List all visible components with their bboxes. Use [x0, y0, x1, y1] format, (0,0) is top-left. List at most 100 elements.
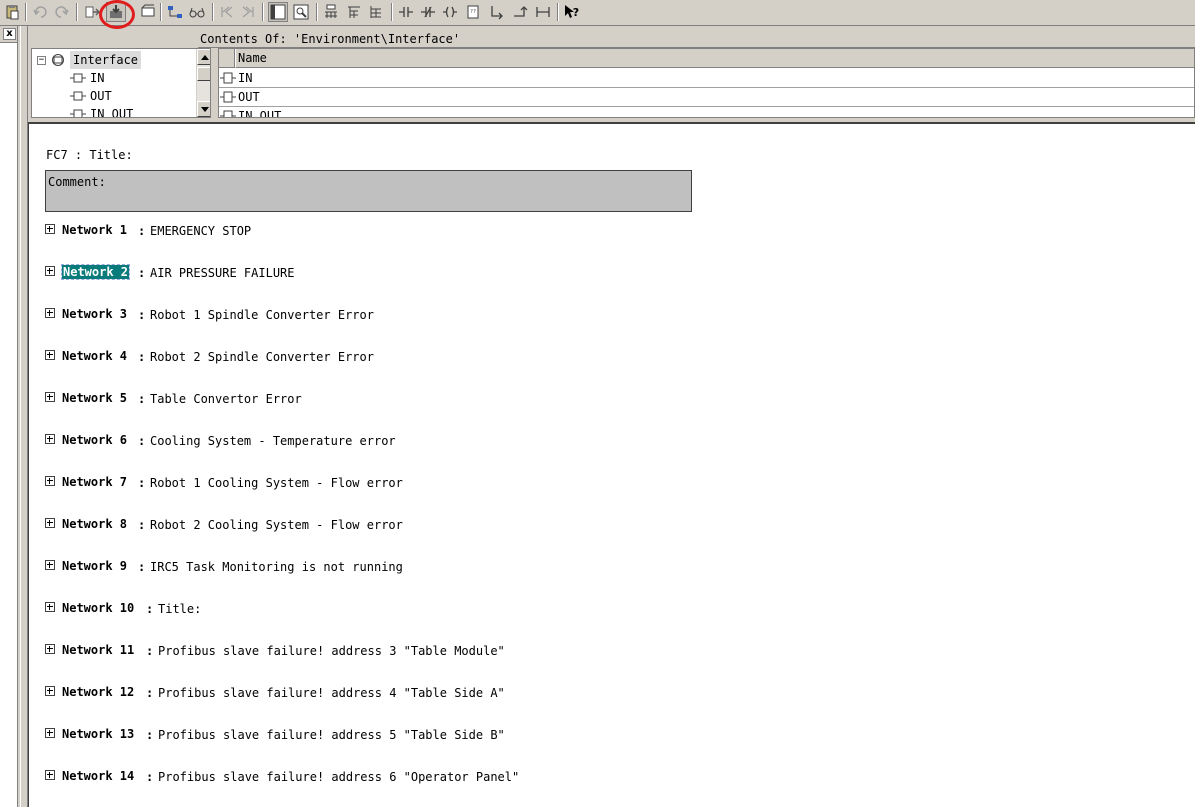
- expand-icon[interactable]: [45, 560, 55, 570]
- network-separator: :: [138, 518, 146, 532]
- network-title[interactable]: EMERGENCY STOP: [150, 224, 251, 238]
- expand-icon[interactable]: [45, 266, 55, 276]
- insert-network-icon[interactable]: [321, 2, 341, 22]
- network-label[interactable]: Network 9: [62, 559, 127, 573]
- connection-icon[interactable]: [533, 2, 553, 22]
- column-header-name[interactable]: Name: [235, 49, 1194, 68]
- network-label[interactable]: Network 12: [62, 685, 134, 699]
- network-title[interactable]: Robot 1 Cooling System - Flow error: [150, 476, 403, 490]
- expand-icon[interactable]: [45, 434, 55, 444]
- network-label[interactable]: Network 7: [62, 475, 127, 489]
- interface-area: Contents Of: 'Environment\Interface' − I…: [28, 30, 1195, 120]
- code-editor[interactable]: FC7 : Title: Comment: Network 1: EMERGENC…: [28, 122, 1195, 807]
- list-row[interactable]: IN_OUT: [219, 107, 1194, 118]
- network-title[interactable]: Cooling System - Temperature error: [150, 434, 396, 448]
- paste-icon[interactable]: [2, 2, 22, 22]
- expand-icon[interactable]: [45, 392, 55, 402]
- glasses-icon[interactable]: [187, 2, 207, 22]
- expand-icon[interactable]: [45, 602, 55, 612]
- expand-icon[interactable]: [45, 308, 55, 318]
- network-separator: :: [138, 392, 146, 406]
- close-branch-icon[interactable]: [510, 2, 530, 22]
- load-icon[interactable]: [82, 2, 102, 22]
- expand-icon[interactable]: [45, 518, 55, 528]
- scroll-down-icon[interactable]: [197, 101, 210, 117]
- open-branch-icon[interactable]: [486, 2, 506, 22]
- network-label[interactable]: Network 14: [62, 769, 134, 783]
- network-title[interactable]: Profibus slave failure! address 5 "Table…: [158, 728, 505, 742]
- network-title[interactable]: IRC5 Task Monitoring is not running: [150, 560, 403, 574]
- network-title[interactable]: Profibus slave failure! address 6 "Opera…: [158, 770, 519, 784]
- expand-icon[interactable]: [45, 770, 55, 780]
- network-title[interactable]: AIR PRESSURE FAILURE: [150, 266, 295, 280]
- redo-icon[interactable]: [52, 2, 72, 22]
- help-icon[interactable]: ?: [562, 2, 582, 22]
- network-title[interactable]: Robot 2 Spindle Converter Error: [150, 350, 374, 364]
- comment-label: Comment:: [48, 175, 106, 189]
- expand-icon[interactable]: [45, 644, 55, 654]
- toolbar: ?? ?: [0, 0, 1195, 29]
- tree-scrollbar[interactable]: [196, 49, 210, 117]
- network-separator: :: [138, 350, 146, 364]
- network-title[interactable]: Robot 2 Cooling System - Flow error: [150, 518, 403, 532]
- expand-icon[interactable]: [45, 224, 55, 234]
- network-label[interactable]: Network 2: [60, 264, 131, 280]
- network-title[interactable]: Table Convertor Error: [150, 392, 302, 406]
- network-separator: :: [138, 266, 146, 280]
- interface-tree: − Interface IN OUT IN_OUT: [31, 48, 211, 118]
- network-title[interactable]: Title:: [158, 602, 201, 616]
- left-panel-strip: x: [0, 26, 18, 807]
- tree-expander[interactable]: −: [37, 56, 46, 65]
- branch-icon[interactable]: [344, 2, 364, 22]
- undo-icon[interactable]: [30, 2, 50, 22]
- close-icon[interactable]: x: [3, 28, 16, 40]
- coil-icon[interactable]: [440, 2, 460, 22]
- open-block-icon[interactable]: [138, 2, 158, 22]
- expand-icon[interactable]: [45, 476, 55, 486]
- list-row-label: IN_OUT: [238, 109, 282, 118]
- network-label[interactable]: Network 3: [62, 307, 127, 321]
- scroll-up-icon[interactable]: [197, 49, 210, 65]
- network-label[interactable]: Network 1: [62, 223, 127, 237]
- next-network-icon[interactable]: [238, 2, 258, 22]
- list-row[interactable]: OUT: [219, 88, 1194, 107]
- network-label[interactable]: Network 11: [62, 643, 134, 657]
- network-label[interactable]: Network 13: [62, 727, 134, 741]
- svg-text:??: ??: [470, 9, 476, 15]
- parameter-icon: [220, 110, 236, 117]
- expand-icon[interactable]: [45, 728, 55, 738]
- block-title[interactable]: FC7 : Title:: [46, 148, 133, 162]
- interface-icon: [52, 54, 64, 66]
- branch-close-icon[interactable]: [366, 2, 386, 22]
- contact-no-icon[interactable]: [396, 2, 416, 22]
- empty-box-icon[interactable]: ??: [463, 2, 483, 22]
- network-label[interactable]: Network 6: [62, 433, 127, 447]
- network-label[interactable]: Network 5: [62, 391, 127, 405]
- overview-icon[interactable]: [268, 2, 288, 22]
- first-network-icon[interactable]: [217, 2, 237, 22]
- network-label[interactable]: Network 10: [62, 601, 134, 615]
- network-title[interactable]: Profibus slave failure! address 3 "Table…: [158, 644, 505, 658]
- download-icon[interactable]: [106, 2, 126, 22]
- network-separator: :: [146, 602, 154, 616]
- tree-item-label: OUT: [90, 89, 112, 103]
- scroll-thumb[interactable]: [197, 67, 210, 81]
- splitter[interactable]: [20, 26, 28, 807]
- block-comment[interactable]: Comment:: [45, 170, 692, 212]
- network-title[interactable]: Robot 1 Spindle Converter Error: [150, 308, 374, 322]
- list-row[interactable]: IN: [219, 69, 1194, 88]
- network-separator: :: [146, 644, 154, 658]
- expand-icon[interactable]: [45, 686, 55, 696]
- contact-nc-icon[interactable]: [418, 2, 438, 22]
- zoom-icon[interactable]: [291, 2, 311, 22]
- parameter-icon: [220, 91, 236, 103]
- network-separator: :: [146, 728, 154, 742]
- network-label[interactable]: Network 4: [62, 349, 127, 363]
- network-separator: :: [138, 434, 146, 448]
- network-title[interactable]: Profibus slave failure! address 4 "Table…: [158, 686, 505, 700]
- network-icon[interactable]: [165, 2, 185, 22]
- parameter-icon: [220, 72, 236, 84]
- network-label[interactable]: Network 8: [62, 517, 127, 531]
- tree-item-label: IN_OUT: [90, 107, 134, 118]
- expand-icon[interactable]: [45, 350, 55, 360]
